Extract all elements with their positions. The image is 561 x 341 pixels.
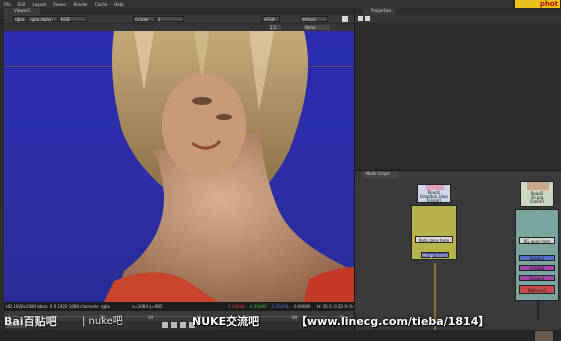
- gain-dropdown[interactable]: Gradel: [133, 16, 155, 22]
- colorspace-dropdown[interactable]: RGB: [59, 16, 87, 22]
- lut-value: sRGB: [264, 17, 275, 22]
- menu-cache[interactable]: Cache: [95, 2, 107, 7]
- node-grade2[interactable]: Grade2: [519, 265, 555, 271]
- thumbnail-preview: [534, 330, 554, 341]
- tab-properties[interactable]: Properties: [363, 8, 395, 15]
- zoom-value: 1:1: [270, 25, 277, 30]
- channels-dropdown[interactable]: rgba: [13, 16, 27, 22]
- node-merge-left[interactable]: Merge (over): [421, 252, 449, 258]
- read2-thumbnail: [527, 182, 549, 190]
- gain-value: Gradel: [135, 17, 149, 22]
- menu-bar: File Edit Layout Viewer Render Cache Hel…: [0, 0, 515, 8]
- mode-value: default: [302, 17, 317, 22]
- viewer-settings-icon[interactable]: [342, 16, 348, 22]
- red-value: 0.28428: [228, 304, 245, 309]
- nuke-exchange-watermark: NUKE交流吧: [192, 315, 260, 328]
- layer-dropdown[interactable]: rgba.alpha: [28, 16, 58, 22]
- bottom-strip: [0, 330, 561, 341]
- display-mode-dropdown[interactable]: None: [304, 25, 330, 30]
- node-roto-left[interactable]: Roto goes here: [415, 236, 453, 243]
- node-defocus[interactable]: Defocus1: [519, 285, 555, 294]
- channels-value: rgba: [15, 17, 25, 22]
- frame-value: 1: [158, 17, 161, 22]
- alpha-value: 0.00000: [294, 304, 311, 309]
- lut-dropdown[interactable]: sRGB: [262, 16, 280, 22]
- properties-toolbar: [355, 15, 561, 23]
- format-info: HD 1920x1080 bbox: 0 0 1920 1080 channel…: [6, 304, 110, 309]
- clear-panels-icon[interactable]: [365, 16, 370, 21]
- nuke-window: File Edit Layout Viewer Render Cache Hel…: [0, 0, 561, 341]
- corner-logo-text: phot: [515, 0, 560, 8]
- url-watermark: 【www.linecg.com/tieba/1814】: [296, 315, 490, 328]
- display-mode-value: None: [305, 25, 316, 30]
- frame-field[interactable]: 1: [156, 16, 184, 22]
- menu-layout[interactable]: Layout: [32, 2, 46, 7]
- max-panels-icon[interactable]: [358, 16, 363, 21]
- menu-help[interactable]: Help: [114, 2, 123, 7]
- read2-colorspace: (linear): [529, 199, 545, 204]
- zoom-field[interactable]: 1:1: [269, 25, 281, 30]
- tab-properties-label: Properties: [371, 8, 392, 13]
- menu-file[interactable]: File: [4, 2, 11, 7]
- viewer-status-bar: HD 1920x1080 bbox: 0 0 1920 1080 channel…: [4, 302, 381, 311]
- menu-viewer[interactable]: Viewer: [53, 2, 67, 7]
- node-graph-panel[interactable]: Node Graph Read1 kingston_blue (linear) …: [354, 170, 561, 331]
- viewer-secondary-toolbar: 1:1 None: [4, 24, 354, 31]
- tick-30: 30: [148, 315, 154, 320]
- read1-colorspace: (linear): [426, 198, 442, 203]
- stop-icon[interactable]: [180, 322, 186, 328]
- play-backward-icon[interactable]: [171, 322, 177, 328]
- colorspace-value: RGB: [61, 17, 70, 22]
- prev-frame-icon[interactable]: [162, 322, 168, 328]
- baidu-watermark: Bai百贴吧: [4, 315, 57, 328]
- menu-render[interactable]: Render: [74, 2, 88, 7]
- node-grade1[interactable]: Grade1: [519, 255, 555, 261]
- layer-value: rgba.alpha: [30, 17, 52, 22]
- merge-left-label: Merge (over): [422, 253, 448, 258]
- node-bg-right[interactable]: BG goes here: [519, 237, 555, 244]
- node-grade3[interactable]: Grade3: [519, 275, 555, 281]
- mode-dropdown[interactable]: default: [300, 16, 328, 22]
- bg-right-label: BG goes here: [523, 239, 551, 244]
- tab-viewer1-label: Viewer1: [14, 8, 31, 13]
- blue-value: 0.55204: [272, 304, 289, 309]
- nuke-bar-watermark: | nuke吧: [82, 316, 123, 327]
- grade3-label: Grade3: [529, 276, 545, 281]
- green-value: 0.39480: [250, 304, 267, 309]
- menu-edit[interactable]: Edit: [18, 2, 26, 7]
- subject-image: [104, 31, 354, 302]
- grade1-label: Grade1: [529, 256, 545, 261]
- tab-viewer1[interactable]: Viewer1: [4, 8, 40, 15]
- defocus-label: Defocus1: [527, 288, 547, 293]
- pixel-coords: x=1084 y=965: [132, 304, 163, 309]
- grade2-label: Grade2: [529, 266, 545, 271]
- node-read1[interactable]: Read1 kingston_blue (linear): [417, 184, 451, 203]
- roto-left-label: Roto goes here: [418, 238, 450, 243]
- viewer-viewport[interactable]: [4, 31, 354, 302]
- properties-panel: Properties: [354, 8, 561, 168]
- node-read2[interactable]: Read2 2h.jpg (linear): [520, 181, 554, 207]
